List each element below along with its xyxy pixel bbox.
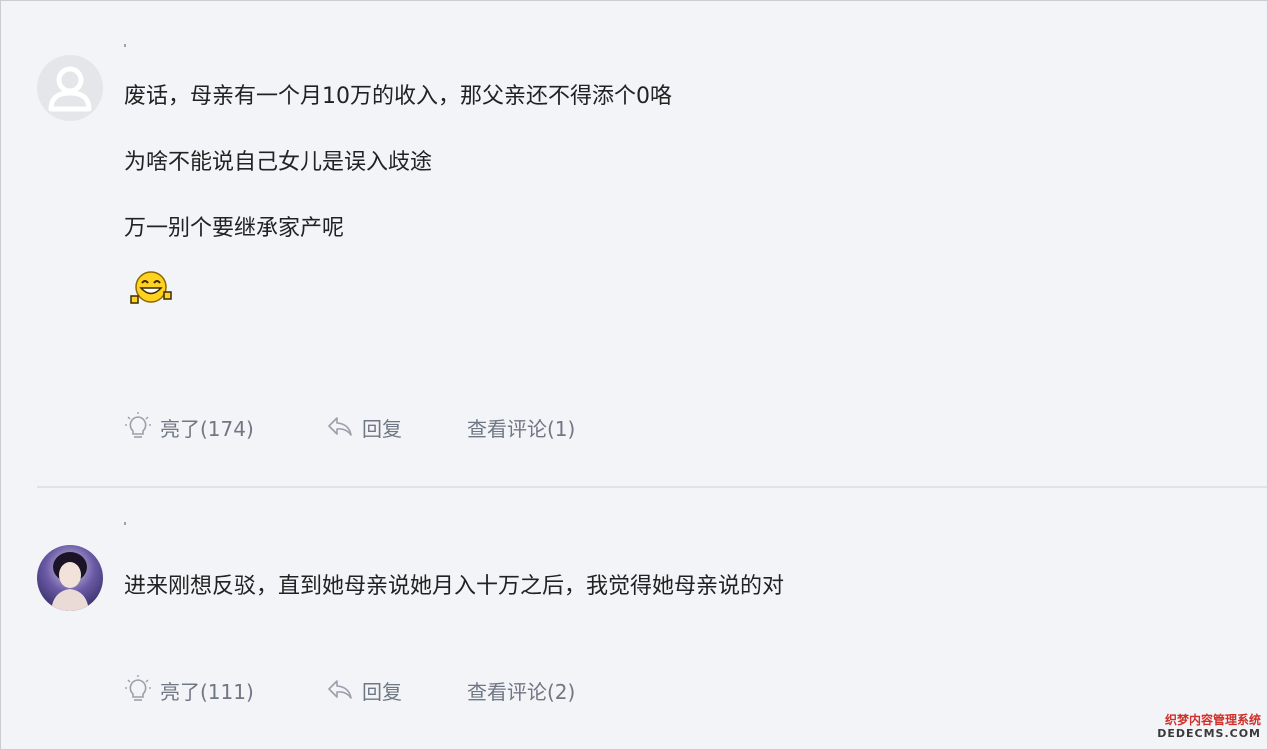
- watermark-domain: DEDECMS.COM: [1157, 727, 1261, 740]
- avatar[interactable]: [37, 545, 103, 611]
- reply-button[interactable]: 回复: [326, 675, 402, 705]
- dot-marker: [124, 522, 126, 525]
- avatar[interactable]: [37, 55, 103, 121]
- view-comments-label: 查看评论(2): [467, 679, 576, 704]
- like-label: 亮了(174): [160, 416, 254, 441]
- user-silhouette-icon: [48, 66, 92, 112]
- reply-label: 回复: [362, 679, 402, 704]
- view-comments-label: 查看评论(1): [467, 416, 576, 441]
- like-label: 亮了(111): [160, 679, 254, 704]
- like-button[interactable]: 亮了(111): [124, 675, 254, 705]
- comment-text: 废话，母亲有一个月10万的收入，那父亲还不得添个0咯: [124, 84, 672, 109]
- laughing-emoji-icon: [130, 271, 172, 304]
- divider: [37, 486, 1267, 488]
- comment-text: 万一别个要继承家产呢: [124, 216, 345, 241]
- view-comments-button[interactable]: 查看评论(2): [467, 675, 575, 705]
- user-photo-icon: [51, 552, 89, 611]
- like-button[interactable]: 亮了(174): [124, 412, 254, 442]
- reply-button[interactable]: 回复: [326, 412, 402, 442]
- comment-list: 废话，母亲有一个月10万的收入，那父亲还不得添个0咯 为啥不能说自己女儿是误入歧…: [0, 0, 1268, 750]
- reply-arrow-icon: [328, 417, 352, 436]
- reply-label: 回复: [362, 416, 402, 441]
- lightbulb-icon: [125, 675, 151, 701]
- reply-arrow-icon: [328, 680, 352, 699]
- comment-text: 进来刚想反驳，直到她母亲说她月入十万之后，我觉得她母亲说的对: [124, 574, 785, 599]
- view-comments-button[interactable]: 查看评论(1): [467, 412, 575, 442]
- comment-text: 为啥不能说自己女儿是误入歧途: [124, 150, 433, 175]
- lightbulb-icon: [125, 412, 151, 438]
- dot-marker: [124, 44, 126, 47]
- watermark-title: 织梦内容管理系统: [1164, 713, 1261, 727]
- watermark: 织梦内容管理系统 DEDECMS.COM: [1157, 713, 1261, 741]
